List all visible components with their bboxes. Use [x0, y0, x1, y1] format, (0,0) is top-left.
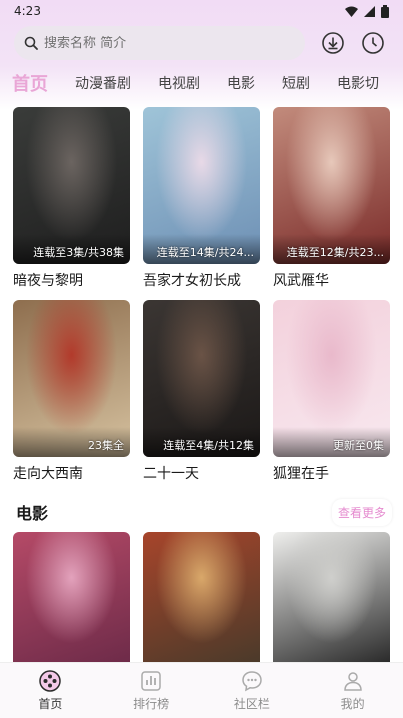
status-bar: 4:23	[0, 0, 403, 22]
status-time: 4:23	[14, 4, 41, 18]
media-card[interactable]: 更新至0集 狐狸在手	[273, 300, 390, 483]
media-card[interactable]: 连载至12集/共23... 风武雁华	[273, 107, 390, 290]
search-row	[14, 26, 389, 60]
card-title: 暗夜与黎明	[13, 273, 83, 289]
poster-image: 连载至3集/共38集	[13, 107, 130, 264]
nav-profile[interactable]: 我的	[313, 669, 393, 712]
nav-label: 我的	[340, 697, 365, 711]
card-title: 二十一天	[143, 466, 199, 482]
poster-art	[13, 532, 130, 662]
media-card[interactable]: 连载至4集/共12集 二十一天	[143, 300, 260, 483]
nav-home[interactable]: 首页	[10, 669, 90, 712]
media-card[interactable]: 连载至3集/共38集 暗夜与黎明	[13, 107, 130, 290]
poster-image: 连载至12集/共23...	[273, 107, 390, 264]
episode-badge: 更新至0集	[333, 439, 384, 452]
movie-section-header: 电影 查看更多	[16, 496, 392, 528]
category-tabs: 首页 动漫番剧 电视剧 电影 短剧 电影切	[0, 66, 403, 100]
bottom-nav: 首页 排行榜 社区栏 我的	[0, 662, 403, 718]
tab-anime[interactable]: 动漫番剧	[75, 73, 131, 93]
card-title: 风武雁华	[273, 273, 329, 289]
search-box[interactable]	[14, 26, 305, 60]
card-title: 吾家才女初长成	[143, 273, 241, 289]
tab-movies[interactable]: 电影	[227, 73, 255, 93]
poster-image: 23集全	[13, 300, 130, 457]
episode-badge: 连载至12集/共23...	[286, 246, 384, 259]
download-icon	[322, 32, 344, 54]
media-card[interactable]	[273, 532, 390, 662]
tab-home[interactable]: 首页	[12, 70, 48, 96]
search-input[interactable]	[44, 35, 274, 51]
tab-movie-clips[interactable]: 电影切	[337, 73, 379, 93]
section-title: 电影	[16, 504, 49, 523]
film-reel-icon	[39, 670, 62, 692]
media-card[interactable]: 23集全 走向大西南	[13, 300, 130, 483]
search-icon	[24, 36, 38, 50]
poster-art	[143, 532, 260, 662]
clock-icon	[362, 32, 384, 54]
nav-label: 首页	[38, 697, 63, 711]
download-button[interactable]	[321, 31, 345, 55]
poster-image	[13, 532, 130, 662]
user-icon	[343, 672, 362, 691]
poster-image	[273, 532, 390, 662]
nav-ranking[interactable]: 排行榜	[111, 669, 191, 712]
episode-badge: 23集全	[88, 439, 124, 452]
view-more-button[interactable]: 查看更多	[331, 498, 392, 526]
nav-community[interactable]: 社区栏	[212, 669, 292, 712]
media-card[interactable]	[143, 532, 260, 662]
poster-image: 更新至0集	[273, 300, 390, 457]
tab-tv-series[interactable]: 电视剧	[158, 73, 200, 93]
nav-label: 社区栏	[233, 697, 270, 711]
wifi-icon	[345, 6, 358, 17]
history-button[interactable]	[361, 31, 385, 55]
chat-bubble-icon	[242, 671, 262, 692]
status-icons	[345, 4, 389, 18]
poster-image: 连载至4集/共12集	[143, 300, 260, 457]
poster-art	[273, 532, 390, 662]
bar-chart-icon	[141, 671, 161, 691]
poster-image: 连载至14集/共24...	[143, 107, 260, 264]
signal-icon	[364, 5, 375, 17]
tab-short-drama[interactable]: 短剧	[282, 73, 310, 93]
card-title: 走向大西南	[13, 466, 83, 482]
nav-label: 排行榜	[133, 697, 170, 711]
poster-image	[143, 532, 260, 662]
battery-icon	[381, 4, 389, 18]
episode-badge: 连载至3集/共38集	[33, 246, 124, 259]
episode-badge: 连载至4集/共12集	[163, 439, 254, 452]
media-card[interactable]	[13, 532, 130, 662]
card-title: 狐狸在手	[273, 466, 329, 482]
episode-badge: 连载至14集/共24...	[156, 246, 254, 259]
media-card[interactable]: 连载至14集/共24... 吾家才女初长成	[143, 107, 260, 290]
